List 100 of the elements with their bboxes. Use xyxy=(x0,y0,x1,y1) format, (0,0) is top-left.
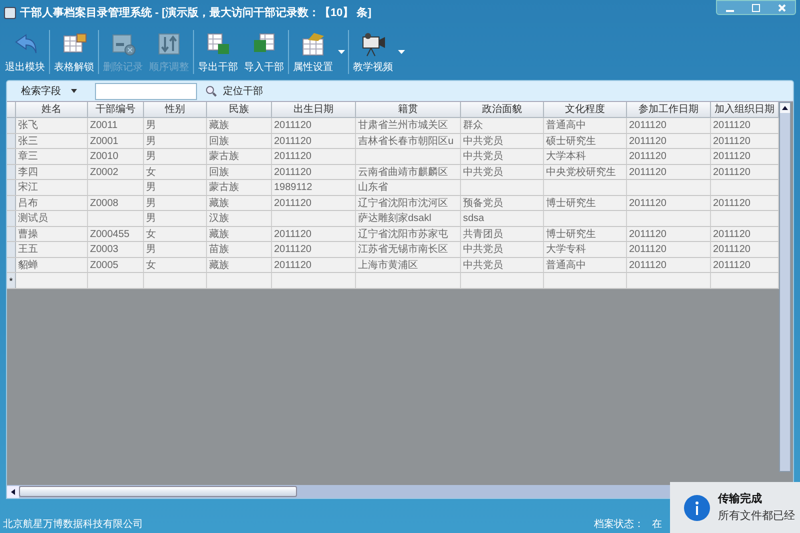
table-cell: 2011120 xyxy=(627,242,711,256)
table-cell: 1989112 xyxy=(272,180,356,194)
table-cell: 2011120 xyxy=(627,258,711,272)
maximize-icon[interactable] xyxy=(752,4,760,12)
column-header[interactable]: 姓名 xyxy=(16,102,88,117)
status-value: 在 xyxy=(652,518,662,532)
table-cell: 男 xyxy=(144,180,207,194)
table-cell: Z0011 xyxy=(88,118,144,132)
column-header[interactable]: 民族 xyxy=(207,102,272,117)
table-cell: Z0010 xyxy=(88,149,144,164)
dropdown-caret-icon[interactable] xyxy=(398,50,405,54)
company-name: 北京航星万博数据科技有限公司 xyxy=(3,518,143,532)
info-icon xyxy=(684,494,710,520)
camera-icon xyxy=(360,31,386,57)
scroll-up-arrow-icon[interactable] xyxy=(780,103,790,113)
close-icon[interactable] xyxy=(778,4,786,12)
dropdown-caret-icon[interactable] xyxy=(338,50,345,54)
table-cell: 张飞 xyxy=(16,118,88,132)
notification-message: 所有文件都已经 xyxy=(718,508,795,524)
table-cell: Z0008 xyxy=(88,196,144,210)
row-header[interactable] xyxy=(7,258,16,272)
table-cell: 男 xyxy=(144,134,207,148)
table-cell: 2011120 xyxy=(272,164,356,179)
column-header[interactable]: 性别 xyxy=(144,102,207,117)
table-cell: 回族 xyxy=(207,164,272,179)
table-cell: 萨达雕刻家dsakl xyxy=(356,211,461,226)
toolbar-button[interactable]: 属性设置 xyxy=(290,28,336,78)
table-export-icon xyxy=(205,31,231,57)
row-header[interactable] xyxy=(7,118,16,132)
column-header[interactable]: 籍贯 xyxy=(356,102,461,117)
column-header[interactable]: 参加工作日期 xyxy=(627,102,711,117)
table-cell: 中共党员 xyxy=(461,134,544,148)
table-cell: 李四 xyxy=(16,164,88,179)
window-title: 干部人事档案目录管理系统 - [演示版，最大访问干部记录数：【10】 条] xyxy=(20,5,372,21)
toolbar-button[interactable]: 教学视频 xyxy=(350,28,396,78)
table-cell: 2011120 xyxy=(272,118,356,132)
table-cell: Z000455 xyxy=(88,226,144,241)
table-cell: 宋江 xyxy=(16,180,88,194)
table-cell: Z0003 xyxy=(88,242,144,256)
table-cell: 群众 xyxy=(461,118,544,132)
table-cell: 吕布 xyxy=(16,196,88,210)
table-cell: 甘肃省兰州市城关区 xyxy=(356,118,461,132)
column-header[interactable]: 文化程度 xyxy=(544,102,627,117)
table-cell: 中央党校研究生 xyxy=(544,164,627,179)
table-cell: 貂蝉 xyxy=(16,258,88,272)
row-header[interactable] xyxy=(7,180,16,194)
table-cell: 藏族 xyxy=(207,258,272,272)
search-icon[interactable] xyxy=(205,85,217,97)
table-cell: 测试员 xyxy=(16,211,88,226)
caret-icon xyxy=(71,89,77,93)
table-cell: 普通高中 xyxy=(544,118,627,132)
table-cell: 藏族 xyxy=(207,226,272,241)
toolbar-button[interactable]: 表格解锁 xyxy=(51,28,97,78)
app-icon xyxy=(4,7,16,19)
column-header[interactable]: 干部编号 xyxy=(88,102,144,117)
table-cell: 2011120 xyxy=(272,196,356,210)
table-cell: 吉林省长春市朝阳区u xyxy=(356,134,461,148)
notification-title: 传输完成 xyxy=(718,492,763,507)
column-header[interactable]: 出生日期 xyxy=(272,102,356,117)
table-cell: 男 xyxy=(144,211,207,226)
toolbar-button[interactable]: 导入干部 xyxy=(241,28,287,78)
row-header[interactable] xyxy=(7,196,16,210)
table-cell: 普通高中 xyxy=(544,258,627,272)
table-cell: 张三 xyxy=(16,134,88,148)
table-cell: 2011120 xyxy=(627,149,711,164)
row-header[interactable] xyxy=(7,226,16,241)
table-cell: 藏族 xyxy=(207,196,272,210)
table-cell: Z0005 xyxy=(88,258,144,272)
table-cell: 王五 xyxy=(16,242,88,256)
row-header[interactable] xyxy=(7,164,16,179)
table-cell: Z0001 xyxy=(88,134,144,148)
new-row-marker: * xyxy=(7,273,16,288)
table-cell: 2011120 xyxy=(272,226,356,241)
column-header[interactable]: 政治面貌 xyxy=(461,102,544,117)
table-cell: Z0002 xyxy=(88,164,144,179)
table-cell: 博士研究生 xyxy=(544,196,627,210)
table-cell: 男 xyxy=(144,196,207,210)
locate-button[interactable]: 定位干部 xyxy=(223,84,263,98)
table-cell: 中共党员 xyxy=(461,242,544,256)
row-header[interactable] xyxy=(7,211,16,226)
table-cell: 回族 xyxy=(207,134,272,148)
table-cell: 2011120 xyxy=(627,164,711,179)
row-header[interactable] xyxy=(7,134,16,148)
toolbar-button[interactable]: 导出干部 xyxy=(195,28,241,78)
table-cell: 2011120 xyxy=(272,258,356,272)
table-cell: 2011120 xyxy=(272,242,356,256)
table-cell: 女 xyxy=(144,258,207,272)
table-cell: 2011120 xyxy=(627,196,711,210)
table-cell: 辽宁省沈阳市苏家屯 xyxy=(356,226,461,241)
table-cell: 博士研究生 xyxy=(544,226,627,241)
table-cell: 大学专科 xyxy=(544,242,627,256)
table-cell: 云南省曲靖市麒麟区 xyxy=(356,164,461,179)
field-dropdown[interactable]: 检索字段 xyxy=(21,84,91,98)
table-cell: 2011120 xyxy=(627,134,711,148)
table-cell: 男 xyxy=(144,242,207,256)
toolbar-button[interactable]: 退出模块 xyxy=(2,28,48,78)
sort-arrows-icon xyxy=(156,31,182,57)
row-header[interactable] xyxy=(7,242,16,256)
table-cell: 中共党员 xyxy=(461,258,544,272)
row-header[interactable] xyxy=(7,149,16,164)
